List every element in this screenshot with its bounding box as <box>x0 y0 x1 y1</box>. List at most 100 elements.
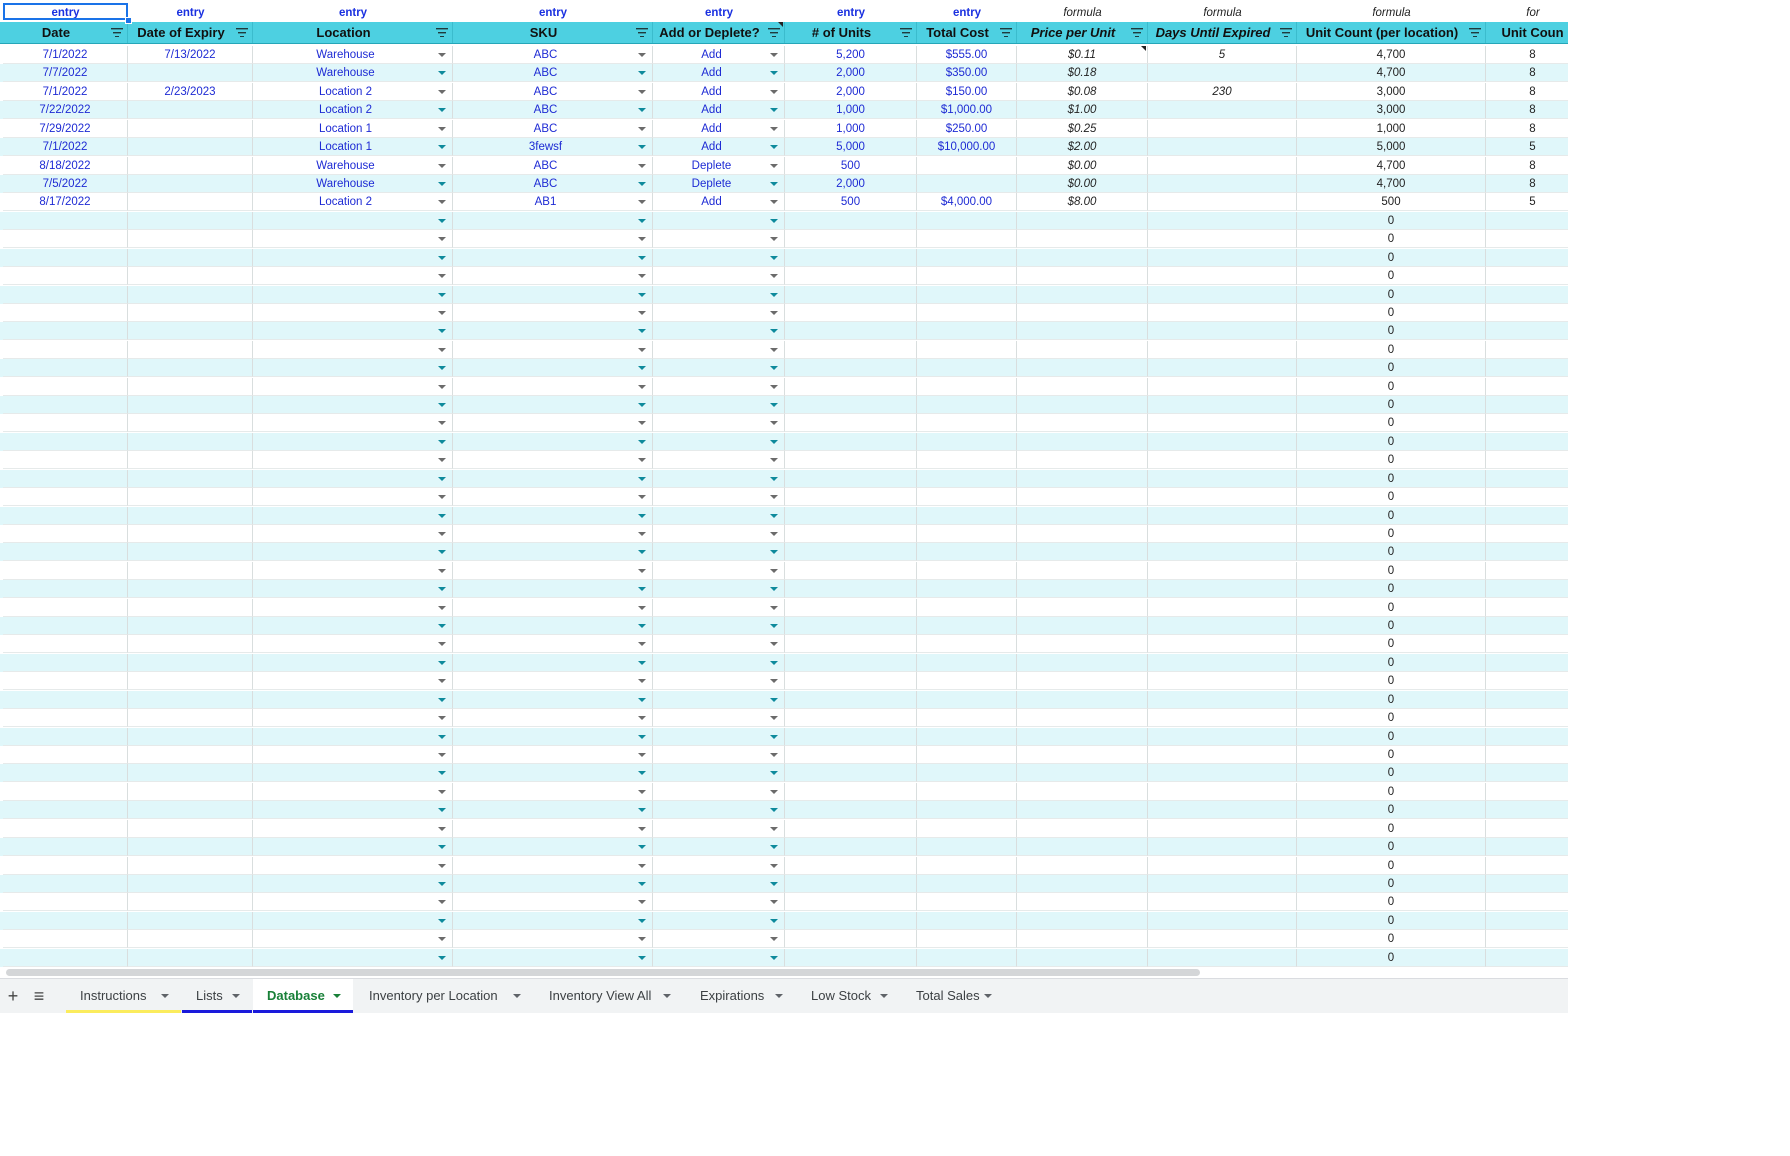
table-cell[interactable] <box>3 672 128 691</box>
dropdown-arrow-icon[interactable] <box>438 458 446 463</box>
dropdown-arrow-icon[interactable] <box>638 403 646 407</box>
dropdown-arrow-icon[interactable] <box>438 310 446 315</box>
table-cell[interactable]: 0 <box>1297 930 1486 949</box>
column-type-label[interactable]: for <box>1486 5 1568 21</box>
table-cell[interactable] <box>128 469 253 488</box>
table-cell[interactable] <box>1017 488 1148 507</box>
table-cell[interactable] <box>128 856 253 875</box>
column-type-label[interactable]: formula <box>1297 5 1486 21</box>
table-cell[interactable] <box>1017 782 1148 801</box>
dropdown-arrow-icon[interactable] <box>438 716 446 721</box>
table-cell[interactable] <box>653 488 785 507</box>
table-cell[interactable] <box>917 930 1017 949</box>
column-header[interactable]: SKU <box>453 22 653 43</box>
dropdown-arrow-icon[interactable] <box>770 53 778 57</box>
table-cell[interactable]: 2,000 <box>785 64 917 83</box>
table-cell[interactable] <box>253 709 453 728</box>
table-cell[interactable] <box>1486 820 1568 838</box>
table-cell[interactable] <box>1017 396 1148 414</box>
table-cell[interactable] <box>1148 727 1297 746</box>
table-cell[interactable] <box>917 598 1017 617</box>
table-cell[interactable] <box>785 432 917 451</box>
table-cell[interactable] <box>3 322 128 341</box>
table-cell[interactable] <box>128 432 253 451</box>
dropdown-arrow-icon[interactable] <box>438 237 446 242</box>
table-cell[interactable]: Deplete <box>653 156 785 175</box>
column-type-label[interactable]: formula <box>1017 5 1148 21</box>
dropdown-arrow-icon[interactable] <box>638 845 646 850</box>
dropdown-arrow-icon[interactable] <box>770 89 778 94</box>
table-cell[interactable] <box>653 285 785 304</box>
table-cell[interactable]: ABC <box>453 156 653 175</box>
table-cell[interactable] <box>653 432 785 451</box>
table-cell[interactable]: 8 <box>1486 120 1568 138</box>
table-cell[interactable] <box>1017 377 1148 396</box>
table-cell[interactable] <box>917 267 1017 285</box>
table-cell[interactable] <box>785 414 917 433</box>
dropdown-arrow-icon[interactable] <box>770 513 778 518</box>
dropdown-arrow-icon[interactable] <box>438 145 446 150</box>
table-cell[interactable] <box>1486 525 1568 543</box>
table-cell[interactable] <box>653 727 785 746</box>
table-cell[interactable] <box>3 340 128 359</box>
column-header[interactable]: Unit Coun <box>1486 22 1568 43</box>
table-cell[interactable] <box>3 211 128 230</box>
table-cell[interactable] <box>1017 874 1148 893</box>
table-cell[interactable] <box>253 359 453 378</box>
dropdown-arrow-icon[interactable] <box>638 513 646 518</box>
table-cell[interactable] <box>917 893 1017 912</box>
table-cell[interactable]: 8 <box>1486 175 1568 193</box>
table-cell[interactable] <box>3 838 128 857</box>
dropdown-arrow-icon[interactable] <box>638 568 646 573</box>
dropdown-arrow-icon[interactable] <box>638 218 646 223</box>
table-cell[interactable] <box>917 322 1017 341</box>
table-cell[interactable] <box>1017 690 1148 709</box>
table-cell[interactable]: 0 <box>1297 340 1486 359</box>
dropdown-arrow-icon[interactable] <box>770 587 778 592</box>
chevron-down-icon[interactable] <box>663 994 671 998</box>
table-cell[interactable] <box>785 709 917 728</box>
table-cell[interactable] <box>653 451 785 470</box>
table-cell[interactable] <box>653 211 785 230</box>
table-cell[interactable] <box>653 930 785 949</box>
table-cell[interactable] <box>653 598 785 617</box>
filter-icon[interactable] <box>1280 27 1292 37</box>
table-cell[interactable] <box>128 506 253 525</box>
dropdown-arrow-icon[interactable] <box>438 347 446 352</box>
dropdown-arrow-icon[interactable] <box>638 716 646 721</box>
table-cell[interactable] <box>128 64 253 83</box>
table-cell[interactable] <box>453 598 653 617</box>
table-cell[interactable] <box>253 267 453 285</box>
table-cell[interactable] <box>785 727 917 746</box>
dropdown-arrow-icon[interactable] <box>638 881 646 886</box>
table-cell[interactable] <box>453 377 653 396</box>
table-cell[interactable] <box>785 930 917 949</box>
dropdown-arrow-icon[interactable] <box>638 863 646 868</box>
table-cell[interactable]: 3,000 <box>1297 82 1486 101</box>
table-cell[interactable]: 0 <box>1297 672 1486 691</box>
table-cell[interactable]: Add <box>653 119 785 138</box>
table-cell[interactable]: 5 <box>1148 46 1297 64</box>
table-cell[interactable] <box>785 819 917 838</box>
table-cell[interactable] <box>653 377 785 396</box>
table-cell[interactable] <box>1017 948 1148 967</box>
table-cell[interactable]: $2.00 <box>1017 138 1148 157</box>
dropdown-arrow-icon[interactable] <box>638 624 646 628</box>
table-cell[interactable]: Add <box>653 46 785 64</box>
table-cell[interactable] <box>3 396 128 414</box>
column-header[interactable]: Total Cost <box>917 22 1017 43</box>
table-cell[interactable] <box>785 874 917 893</box>
table-cell[interactable] <box>1148 138 1297 157</box>
sheet-tab-inventory-per-location[interactable]: Inventory per Location <box>355 979 533 1013</box>
filter-icon[interactable] <box>900 27 912 37</box>
table-cell[interactable] <box>917 819 1017 838</box>
table-cell[interactable]: $10,000.00 <box>917 138 1017 157</box>
table-cell[interactable] <box>253 764 453 783</box>
column-type-label[interactable]: entry <box>253 5 453 21</box>
table-cell[interactable]: 0 <box>1297 451 1486 470</box>
table-cell[interactable] <box>1017 322 1148 341</box>
table-cell[interactable]: 0 <box>1297 782 1486 801</box>
table-cell[interactable] <box>128 340 253 359</box>
table-cell[interactable] <box>1017 801 1148 820</box>
table-cell[interactable] <box>785 598 917 617</box>
